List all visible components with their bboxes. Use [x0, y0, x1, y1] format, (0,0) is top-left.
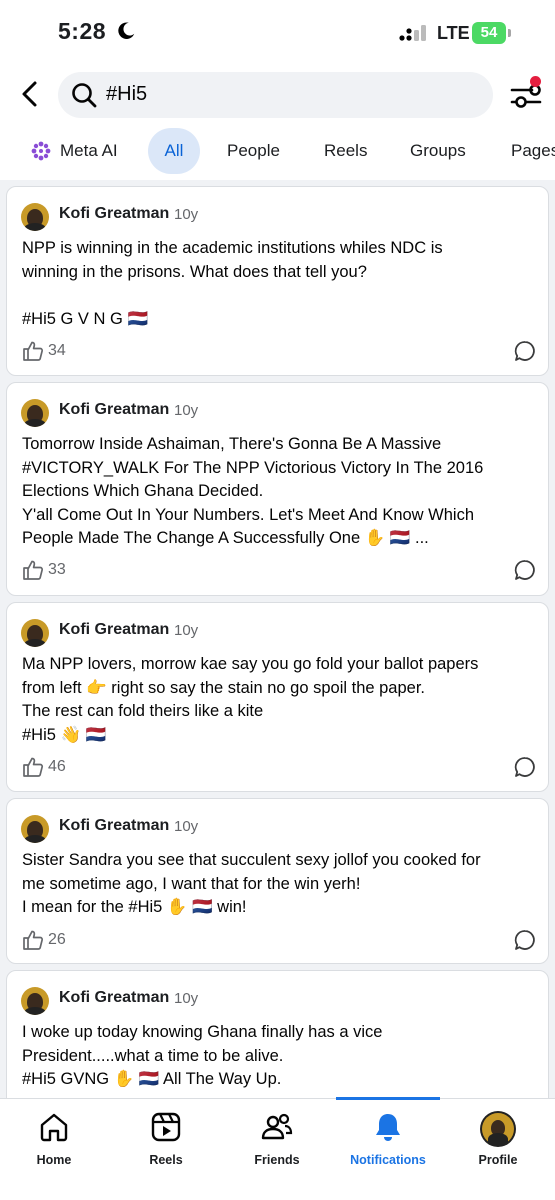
search-filter-tabs: Meta AI All People Reels Groups Pages: [0, 128, 555, 176]
post-text: I woke up today knowing Ghana finally ha…: [22, 1023, 383, 1088]
like-count: 26: [48, 931, 66, 948]
author-name[interactable]: Kofi Greatman: [59, 989, 169, 1007]
nav-home-label: Home: [36, 1153, 72, 1167]
author-avatar[interactable]: [21, 987, 49, 1015]
home-icon: [40, 1113, 68, 1142]
post-card[interactable]: Kofi Greatman 10y Sister Sandra you see …: [6, 798, 549, 964]
post-time: 10y: [174, 622, 199, 639]
nav-friends[interactable]: Friends: [227, 1099, 327, 1179]
post-text: Ma NPP lovers, morrow kae say you go fol…: [22, 655, 479, 744]
author-avatar[interactable]: [21, 815, 49, 843]
friends-icon: [261, 1113, 293, 1140]
nav-notifications-label: Notifications: [350, 1153, 426, 1167]
bell-icon: [376, 1114, 400, 1141]
like-count: 34: [48, 342, 66, 359]
nav-reels[interactable]: Reels: [116, 1099, 216, 1179]
battery-tip: [508, 29, 511, 37]
status-time: 5:28: [58, 18, 107, 44]
nav-home[interactable]: Home: [4, 1099, 104, 1179]
author-avatar[interactable]: [21, 619, 49, 647]
search-query: #Hi5: [106, 83, 148, 105]
status-bar: 5:28 LTE 54: [0, 0, 555, 64]
author-name[interactable]: Kofi Greatman: [59, 621, 169, 639]
author-name[interactable]: Kofi Greatman: [59, 817, 169, 835]
post-text: NPP is winning in the academic instituti…: [22, 239, 443, 328]
comment-icon[interactable]: [514, 756, 536, 778]
like-icon[interactable]: [22, 929, 44, 951]
post-time: 10y: [174, 990, 199, 1007]
like-icon[interactable]: [22, 340, 44, 362]
tab-reels[interactable]: Reels: [324, 128, 367, 174]
tab-people[interactable]: People: [227, 128, 280, 174]
comment-icon[interactable]: [514, 559, 536, 581]
post-time: 10y: [174, 206, 199, 223]
comment-icon[interactable]: [514, 929, 536, 951]
search-input[interactable]: #Hi5: [58, 72, 493, 118]
nav-reels-label: Reels: [149, 1153, 183, 1167]
author-name[interactable]: Kofi Greatman: [59, 205, 169, 223]
battery-indicator: 54: [472, 22, 512, 44]
author-avatar[interactable]: [21, 203, 49, 231]
do-not-disturb-icon: [118, 22, 135, 39]
nav-profile-label: Profile: [478, 1153, 518, 1167]
battery-level: 54: [472, 22, 506, 44]
post-time: 10y: [174, 402, 199, 419]
search-icon: [72, 83, 97, 108]
post-card[interactable]: Kofi Greatman 10y Tomorrow Inside Ashaim…: [6, 382, 549, 596]
nav-friends-label: Friends: [254, 1153, 300, 1167]
notification-dot: [530, 76, 541, 87]
back-arrow-icon[interactable]: [14, 78, 46, 110]
tab-meta-ai[interactable]: Meta AI: [60, 128, 118, 174]
tab-pages[interactable]: Pages: [511, 128, 555, 174]
post-time: 10y: [174, 818, 199, 835]
post-card[interactable]: Kofi Greatman 10y Ma NPP lovers, morrow …: [6, 602, 549, 792]
like-count: 46: [48, 758, 66, 775]
post-card[interactable]: Kofi Greatman 10y NPP is winning in the …: [6, 186, 549, 376]
author-avatar[interactable]: [21, 399, 49, 427]
reels-icon: [151, 1112, 181, 1142]
like-icon[interactable]: [22, 756, 44, 778]
post-text: Sister Sandra you see that succulent sex…: [22, 851, 481, 916]
like-icon[interactable]: [22, 559, 44, 581]
avatar: [480, 1111, 516, 1147]
author-name[interactable]: Kofi Greatman: [59, 401, 169, 419]
bottom-navigation: Home Reels Friends Notifications Profile: [0, 1097, 555, 1200]
nav-profile[interactable]: Profile: [448, 1099, 548, 1179]
comment-icon[interactable]: [514, 340, 536, 362]
network-type: LTE: [437, 23, 470, 43]
signal-icon: [399, 25, 426, 41]
post-text: Tomorrow Inside Ashaiman, There's Gonna …: [22, 435, 484, 547]
like-count: 33: [48, 561, 66, 578]
tab-all[interactable]: All: [148, 128, 200, 174]
tab-groups[interactable]: Groups: [410, 128, 466, 174]
top-header: 5:28 LTE 54 #Hi5 Meta AI All People Reel…: [0, 0, 555, 180]
nav-notifications[interactable]: Notifications: [338, 1099, 438, 1179]
